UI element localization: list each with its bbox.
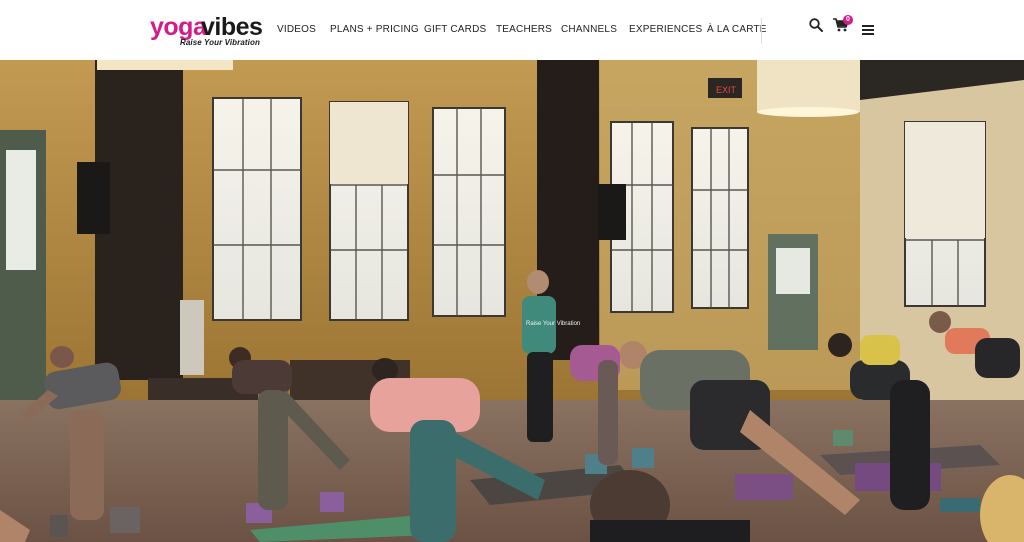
exit-sign-text: EXIT (716, 85, 737, 95)
nav-item-plans-pricing[interactable]: PLANS + PRICING (330, 24, 419, 36)
yoga-class-photo: EXIT Raise Your Vibration (0, 60, 1024, 542)
nav-item-experiences[interactable]: EXPERIENCES (629, 24, 702, 36)
nav-item-videos[interactable]: VIDEOS (277, 24, 316, 36)
nav-item-teachers[interactable]: TEACHERS (496, 24, 552, 36)
nav-divider (761, 18, 762, 44)
nav-item-gift-cards[interactable]: GIFT CARDS (424, 24, 486, 36)
brand-logo[interactable]: yoga vibes Raise Your Vibration (150, 13, 263, 48)
search-icon[interactable] (808, 17, 824, 33)
logo-word-vibes: vibes (201, 13, 263, 41)
logo-tagline: Raise Your Vibration (180, 38, 260, 47)
hero-image: EXIT Raise Your Vibration (0, 60, 1024, 542)
cart-count-badge: 0 (843, 15, 853, 25)
logo-word-yoga: yoga (150, 13, 207, 41)
nav-item-channels[interactable]: CHANNELS (561, 24, 617, 36)
hamburger-menu-icon[interactable] (862, 22, 874, 35)
teacher-shirt-text: Raise Your Vibration (526, 321, 580, 327)
nav-item-a-la-carte[interactable]: À LA CARTE (707, 24, 767, 36)
site-header: yoga vibes Raise Your Vibration VIDEOS P… (0, 0, 1024, 60)
